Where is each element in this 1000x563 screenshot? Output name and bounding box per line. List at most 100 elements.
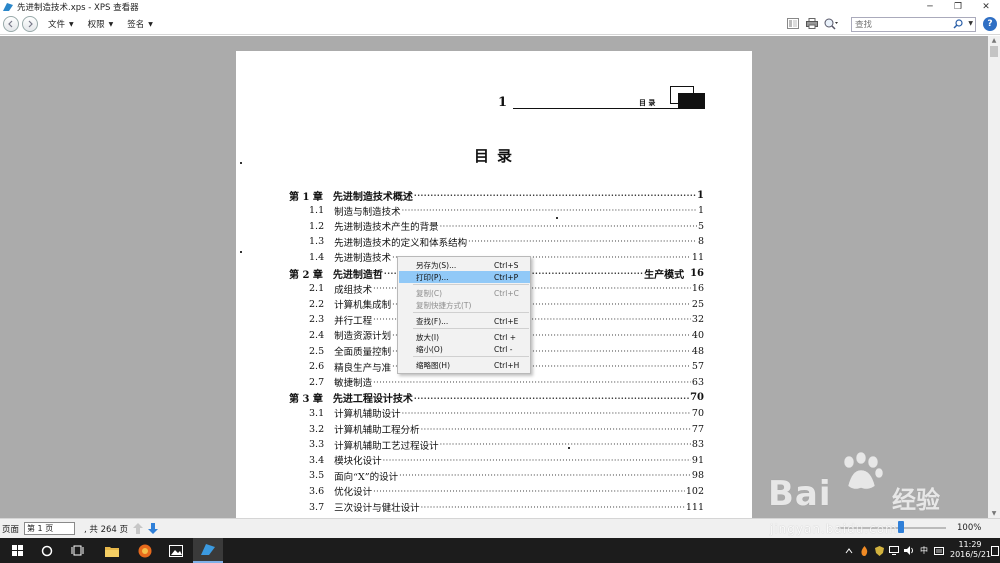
context-menu-shortcut: Ctrl - <box>494 344 513 354</box>
context-menu-item[interactable]: 打印(P)... Ctrl+P <box>399 271 530 283</box>
prev-page-button[interactable] <box>132 522 143 534</box>
context-menu-label: 缩小(O) <box>416 344 443 354</box>
toc-leader-dots: ········································… <box>420 424 691 434</box>
clock-date: 2016/5/21 <box>950 550 992 559</box>
menu-signature-label: 签名 <box>127 20 145 30</box>
toc-title: 目录 <box>236 145 752 166</box>
start-button[interactable] <box>2 538 32 563</box>
watermark-brand-tail: 经验 <box>892 486 940 514</box>
cortana-button[interactable] <box>32 538 62 563</box>
context-menu-item[interactable]: 放大(I) Ctrl + <box>399 331 530 343</box>
window-controls: ─ ❐ ✕ <box>916 0 1000 14</box>
toc-number: 2.4 <box>309 329 325 341</box>
context-menu-separator <box>413 356 529 357</box>
toc-page-number: 70 <box>690 392 704 404</box>
taskbar-photos[interactable] <box>161 538 191 563</box>
context-menu-item[interactable]: 另存为(S)... Ctrl+S <box>399 259 530 271</box>
chevron-up-icon <box>845 547 853 553</box>
menu-file-label: 文件 <box>48 20 66 30</box>
browser-icon <box>138 544 152 557</box>
baidu-watermark: Bai 经验 jingyan.baidu.com <box>768 452 963 542</box>
paw-logo-icon <box>843 452 884 490</box>
toc-text: 先进制造技术产生的背景 <box>334 222 439 234</box>
chevron-down-icon: ▼ <box>69 20 74 28</box>
restore-button[interactable]: ❐ <box>944 0 972 14</box>
toc-page-number: 63 <box>691 376 704 388</box>
notification-center-icon[interactable] <box>991 546 999 556</box>
thumbnail-view-button[interactable] <box>786 17 800 30</box>
toc-text: 敏捷制造 <box>334 378 373 390</box>
minimize-button[interactable]: ─ <box>916 0 944 14</box>
help-icon[interactable]: ? <box>983 17 997 31</box>
zoom-icon <box>824 18 838 30</box>
print-button[interactable] <box>805 17 819 30</box>
scroll-up-icon[interactable]: ▲ <box>988 36 1000 45</box>
shield-icon <box>874 545 884 556</box>
header-block-mark <box>678 93 705 109</box>
context-menu-separator <box>413 312 529 313</box>
title-bar: 先进制造技术.xps - XPS 查看器 ─ ❐ ✕ <box>0 0 1000 14</box>
toc-section-row: 1.1 制造与制造技术 ······························… <box>309 204 704 218</box>
toc-text: 模块化设计 <box>334 456 382 468</box>
context-menu-label: 复制快捷方式(T) <box>416 300 472 310</box>
toc-page-number: 25 <box>691 298 704 310</box>
fire-icon <box>860 545 867 556</box>
menu-signature[interactable]: 签名 ▼ <box>127 18 153 30</box>
toc-section-row: 3.3 计算机辅助工艺过程设计 ··························… <box>309 438 704 452</box>
toc-number: 1.3 <box>309 236 325 248</box>
window-title: 先进制造技术.xps - XPS 查看器 <box>17 3 139 13</box>
toc-text: 先进制造技术概述 <box>332 191 413 203</box>
toc-leader-dots: ········································… <box>399 471 691 481</box>
toc-leader-dots: ········································… <box>468 237 697 247</box>
taskbar-file-explorer[interactable] <box>97 538 127 563</box>
search-icon[interactable] <box>953 19 963 29</box>
toc-number: 3.3 <box>309 439 325 451</box>
search-input[interactable] <box>855 19 950 30</box>
next-page-button[interactable] <box>147 522 158 534</box>
context-menu-shortcut: Ctrl+S <box>494 260 519 270</box>
toc-title-char: 录 <box>497 147 515 165</box>
scroll-thumb[interactable] <box>990 46 998 57</box>
toc-number: 3.4 <box>309 454 325 466</box>
toc-leader-dots: ········································… <box>439 221 697 231</box>
toc-text: 先进制造哲 <box>332 269 383 281</box>
tray-security-icon[interactable] <box>872 538 886 563</box>
taskbar-browser[interactable] <box>130 538 160 563</box>
context-menu-item[interactable]: 查找(F)... Ctrl+E <box>399 315 530 327</box>
search-options-icon[interactable]: ▼ <box>968 20 973 27</box>
volume-icon[interactable] <box>902 538 916 563</box>
menu-permissions[interactable]: 权限 ▼ <box>88 18 114 30</box>
network-icon[interactable] <box>887 538 901 563</box>
menu-file[interactable]: 文件 ▼ <box>48 18 74 30</box>
toc-number: 第 2 章 <box>289 269 323 281</box>
task-view-button[interactable] <box>62 538 92 563</box>
scroll-down-icon[interactable]: ▼ <box>988 509 1000 518</box>
taskbar-xps-viewer[interactable] <box>193 538 223 563</box>
ime-indicator[interactable]: 中 <box>917 538 931 563</box>
forward-button[interactable] <box>22 16 38 32</box>
toc-page-number: 57 <box>691 361 704 373</box>
tray-app-icon[interactable] <box>857 538 871 563</box>
show-hidden-icon[interactable] <box>842 538 856 563</box>
search-box[interactable]: ▼ <box>851 17 976 32</box>
photos-icon <box>169 544 183 557</box>
context-menu-separator <box>413 328 529 329</box>
context-menu-item[interactable]: 缩小(O) Ctrl - <box>399 343 530 355</box>
context-menu-label: 另存为(S)... <box>416 260 457 270</box>
zoom-button[interactable] <box>824 17 838 30</box>
toc-page-number: 1 <box>697 205 704 217</box>
back-button[interactable] <box>3 16 19 32</box>
context-menu-shortcut: Ctrl+P <box>494 272 519 282</box>
page-number-input[interactable]: 第 1 页 <box>24 522 76 535</box>
close-button[interactable]: ✕ <box>972 0 1000 14</box>
toc-page-number: 91 <box>691 454 704 466</box>
document-viewer[interactable]: 1 目 录 目录 第 1 章先进制造技术概述 ··················… <box>0 36 988 518</box>
keyboard-icon[interactable] <box>932 538 946 563</box>
vertical-scrollbar[interactable]: ▲ ▼ <box>988 36 1000 518</box>
toc-text: 计算机集成制 <box>334 300 392 312</box>
keyboard-layout-icon <box>934 546 944 555</box>
context-menu-item[interactable]: 缩略图(H) Ctrl+H <box>399 359 530 371</box>
toc-number: 第 3 章 <box>289 394 323 406</box>
printer-icon <box>806 18 818 29</box>
taskbar-clock[interactable]: 11:29 2016/5/21 <box>950 540 992 560</box>
